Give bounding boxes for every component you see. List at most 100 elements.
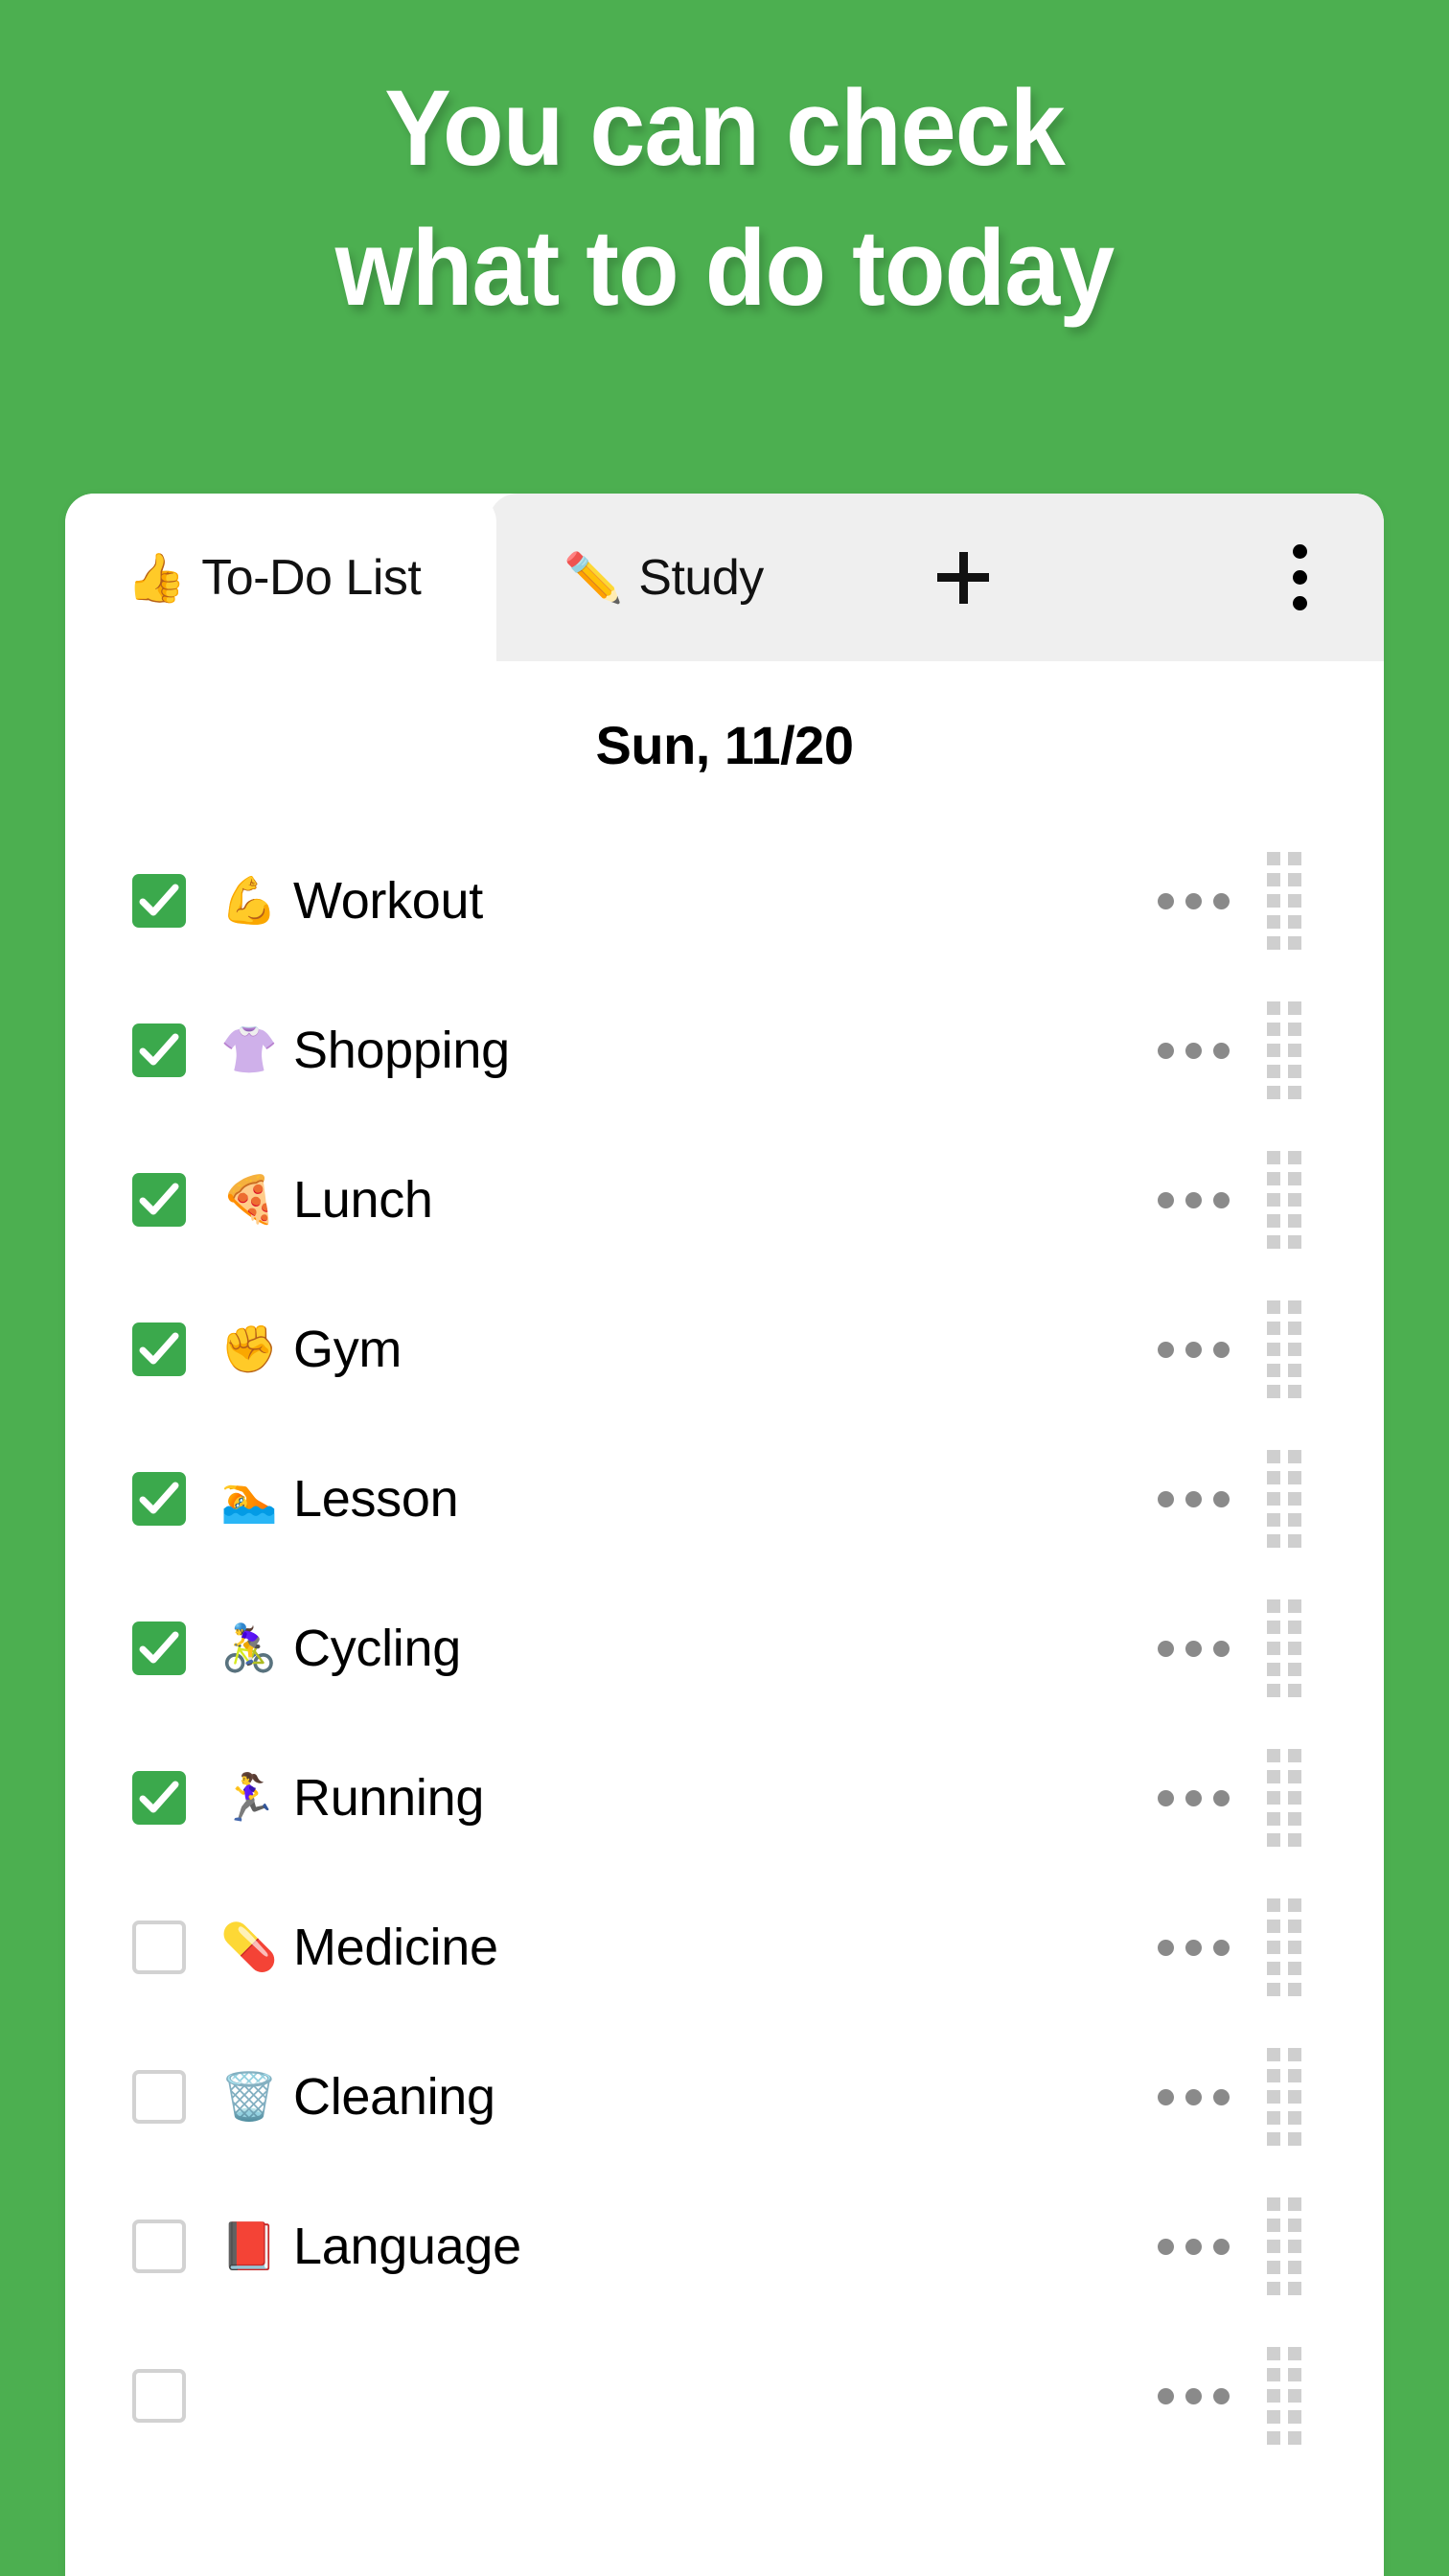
checkbox-checked[interactable]	[132, 1771, 186, 1825]
more-dot	[1158, 1191, 1174, 1208]
more-dot	[1185, 1341, 1202, 1358]
drag-dot	[1288, 873, 1301, 886]
check-icon	[139, 884, 179, 916]
task-row[interactable]: 🏊 Lesson	[65, 1424, 1384, 1574]
drag-dot	[1288, 2219, 1301, 2232]
task-row[interactable]: 💪 Workout	[65, 826, 1384, 976]
task-row[interactable]	[65, 2321, 1384, 2471]
task-row[interactable]: 🍕 Lunch	[65, 1125, 1384, 1275]
drag-dot	[1267, 2368, 1280, 2381]
task-row[interactable]: 📕 Language	[65, 2172, 1384, 2321]
row-more-button[interactable]	[1158, 2387, 1230, 2404]
drag-dot	[1267, 915, 1280, 929]
row-more-button[interactable]	[1158, 1191, 1230, 1208]
drag-handle-icon[interactable]	[1267, 1450, 1301, 1548]
drag-dot	[1267, 2069, 1280, 2082]
row-more-button[interactable]	[1158, 1341, 1230, 1358]
drag-dot	[1288, 1065, 1301, 1078]
checkbox-unchecked[interactable]	[132, 1920, 186, 1974]
checkbox-checked[interactable]	[132, 874, 186, 928]
drag-dot	[1267, 1983, 1280, 1996]
drag-dot	[1267, 1791, 1280, 1805]
drag-handle-icon[interactable]	[1267, 1898, 1301, 1996]
more-dot	[1158, 1042, 1174, 1059]
drag-dot	[1288, 2090, 1301, 2104]
row-more-button[interactable]	[1158, 1939, 1230, 1956]
drag-handle-icon[interactable]	[1267, 1599, 1301, 1697]
drag-handle-icon[interactable]	[1267, 2197, 1301, 2295]
checkbox-checked[interactable]	[132, 1322, 186, 1376]
drag-dot	[1288, 2240, 1301, 2253]
row-more-button[interactable]	[1158, 1042, 1230, 1059]
drag-dot	[1267, 873, 1280, 886]
drag-dot	[1288, 2111, 1301, 2125]
add-tab-button[interactable]	[928, 494, 999, 661]
task-emoji-icon: 🏊	[220, 1472, 278, 1526]
drag-dot	[1288, 1492, 1301, 1506]
drag-dot	[1288, 1621, 1301, 1634]
tab-study[interactable]: ✏️ Study	[564, 494, 764, 661]
row-more-button[interactable]	[1158, 1640, 1230, 1657]
drag-handle-icon[interactable]	[1267, 2347, 1301, 2445]
drag-dot	[1288, 1920, 1301, 1933]
pencil-icon: ✏️	[564, 549, 624, 606]
task-row[interactable]: ✊ Gym	[65, 1275, 1384, 1424]
drag-handle-icon[interactable]	[1267, 1151, 1301, 1249]
more-dot	[1185, 2088, 1202, 2105]
more-dot	[1213, 1939, 1230, 1956]
drag-dot	[1267, 1044, 1280, 1057]
drag-dot	[1267, 1214, 1280, 1228]
kebab-dot	[1292, 596, 1307, 610]
row-more-button[interactable]	[1158, 1490, 1230, 1507]
checkbox-unchecked[interactable]	[132, 2220, 186, 2273]
task-emoji-icon: 🚴‍♀️	[220, 1622, 278, 1675]
task-row[interactable]: 🗑️ Cleaning	[65, 2022, 1384, 2172]
task-row[interactable]: 💊 Medicine	[65, 1873, 1384, 2022]
checkbox-unchecked[interactable]	[132, 2070, 186, 2124]
check-icon	[139, 1482, 179, 1514]
row-more-button[interactable]	[1158, 1789, 1230, 1806]
drag-dot	[1267, 1684, 1280, 1697]
drag-dot	[1267, 1193, 1280, 1207]
more-dot	[1185, 1042, 1202, 1059]
drag-handle-icon[interactable]	[1267, 1300, 1301, 1398]
more-dot	[1185, 1490, 1202, 1507]
checkbox-checked[interactable]	[132, 1622, 186, 1675]
tab-todo-list[interactable]: 👍 To-Do List	[65, 494, 496, 661]
drag-handle-icon[interactable]	[1267, 1749, 1301, 1847]
task-emoji-icon: 📕	[220, 2220, 278, 2273]
drag-dot	[1288, 1151, 1301, 1164]
tab-todo-list-label: To-Do List	[201, 549, 422, 606]
drag-dot	[1288, 1364, 1301, 1377]
more-dot	[1185, 1939, 1202, 1956]
drag-dot	[1267, 1534, 1280, 1548]
check-icon	[139, 1781, 179, 1813]
task-row[interactable]: 👚 Shopping	[65, 976, 1384, 1125]
task-row[interactable]: 🏃‍♀️ Running	[65, 1723, 1384, 1873]
row-more-button[interactable]	[1158, 2238, 1230, 2255]
drag-handle-icon[interactable]	[1267, 852, 1301, 950]
drag-dot	[1267, 2132, 1280, 2146]
row-more-button[interactable]	[1158, 2088, 1230, 2105]
row-more-button[interactable]	[1158, 892, 1230, 909]
task-emoji-icon: ✊	[220, 1322, 278, 1376]
task-emoji-icon: 🗑️	[220, 2070, 278, 2124]
checkbox-unchecked[interactable]	[132, 2369, 186, 2423]
drag-dot	[1267, 2347, 1280, 2360]
drag-dot	[1267, 2111, 1280, 2125]
drag-dot	[1288, 1642, 1301, 1655]
drag-handle-icon[interactable]	[1267, 1001, 1301, 1099]
more-dot	[1213, 1490, 1230, 1507]
drag-dot	[1288, 2282, 1301, 2295]
drag-dot	[1267, 852, 1280, 865]
drag-handle-icon[interactable]	[1267, 2048, 1301, 2146]
task-label: Gym	[293, 1321, 402, 1378]
checkbox-checked[interactable]	[132, 1472, 186, 1526]
checkbox-checked[interactable]	[132, 1024, 186, 1077]
overflow-menu-button[interactable]	[1280, 494, 1319, 661]
drag-dot	[1288, 1684, 1301, 1697]
checkbox-checked[interactable]	[132, 1173, 186, 1227]
drag-dot	[1288, 852, 1301, 865]
task-row[interactable]: 🚴‍♀️ Cycling	[65, 1574, 1384, 1723]
drag-dot	[1288, 1235, 1301, 1249]
